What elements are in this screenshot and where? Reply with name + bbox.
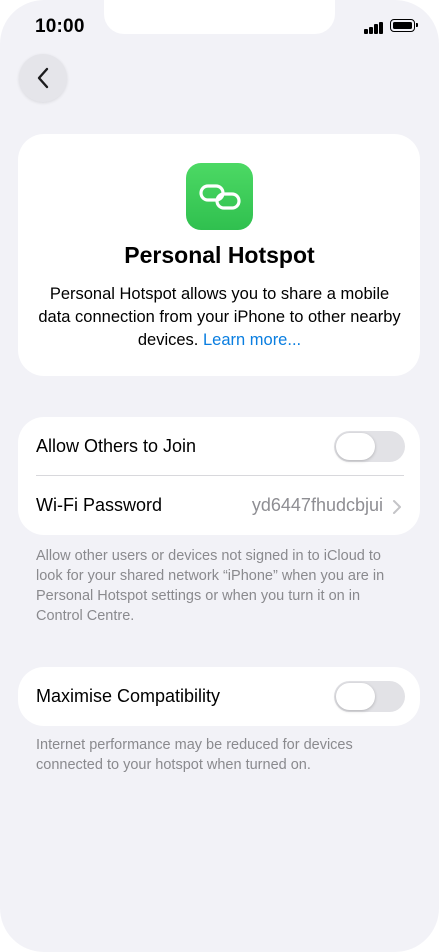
- wifi-password-label[interactable]: Wi-Fi Password: [36, 495, 162, 516]
- notch: [104, 0, 335, 34]
- back-button[interactable]: [19, 54, 67, 102]
- toggle-knob: [336, 683, 375, 710]
- toggle-knob: [336, 433, 375, 460]
- learn-more-link[interactable]: Learn more...: [203, 331, 301, 349]
- page-title: Personal Hotspot: [124, 242, 315, 268]
- chevron-left-icon: [37, 67, 49, 89]
- allow-others-footnote: Allow other users or devices not signed …: [36, 548, 385, 624]
- personal-hotspot-app-icon: [186, 163, 253, 230]
- maximise-compatibility-toggle[interactable]: [334, 681, 405, 712]
- link-icon: [198, 183, 241, 210]
- allow-others-label: Allow Others to Join: [36, 436, 197, 456]
- chevron-right-icon: [393, 500, 401, 514]
- compatibility-footnote: Internet performance may be reduced for …: [36, 737, 353, 773]
- hotspot-description: Personal Hotspot allows you to share a m…: [35, 283, 404, 352]
- battery-icon: [390, 19, 418, 32]
- maximise-compatibility-label: Maximise Compatibility: [36, 686, 221, 706]
- cellular-signal-icon: [364, 21, 384, 34]
- allow-others-toggle[interactable]: [334, 431, 405, 462]
- wifi-password-value[interactable]: yd6447fhudcbjui: [252, 495, 383, 516]
- status-time: 10:00: [35, 16, 85, 37]
- row-divider: [36, 475, 404, 476]
- phone-screen: 10:00 Personal Hotspot Personal Hotspot …: [0, 0, 439, 952]
